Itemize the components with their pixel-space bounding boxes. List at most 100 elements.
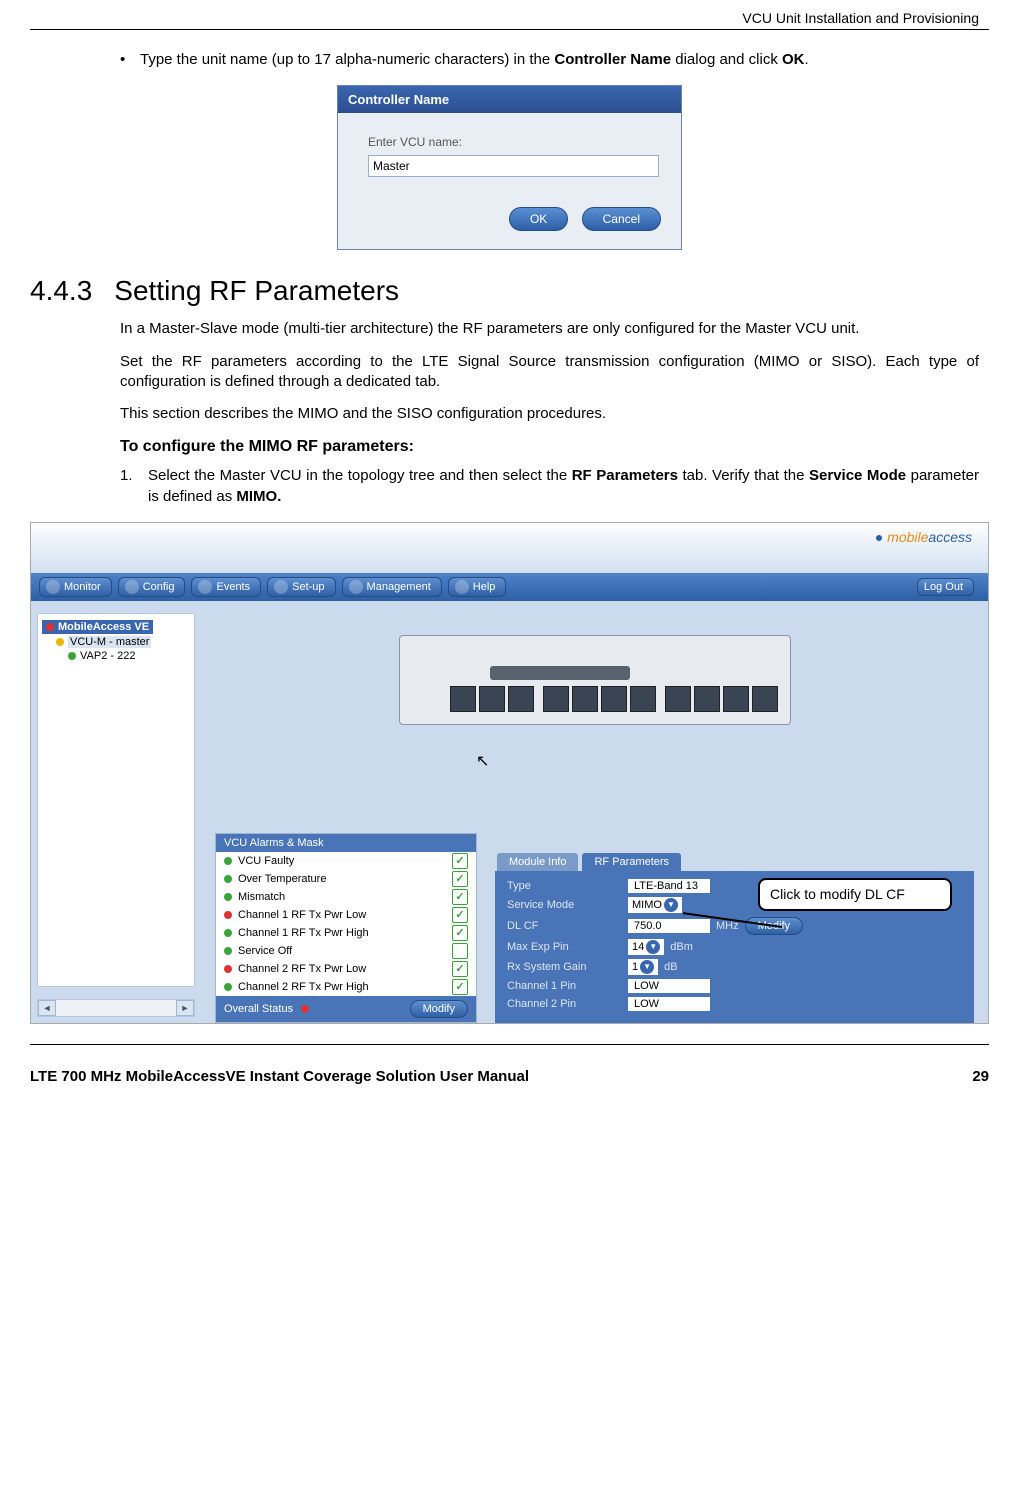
tree-root[interactable]: MobileAccess VE [42,620,153,634]
chevron-down-icon: ▼ [646,940,660,954]
alarm-name: Channel 2 RF Tx Pwr Low [238,963,446,975]
vcu-name-input[interactable] [368,155,659,177]
status-dot-icon [224,857,232,865]
cancel-button[interactable]: Cancel [582,207,661,231]
help-icon [455,580,469,594]
section-number: 4.4.3 [30,275,92,306]
section-title: Setting RF Parameters [114,275,399,306]
dialog-label: Enter VCU name: [368,135,661,149]
overall-status-bar: Overall Status Modify [216,996,476,1022]
config-icon [125,580,139,594]
alarm-name: Service Off [238,945,446,957]
setup-icon [274,580,288,594]
header-section: VCU Unit Installation and Provisioning [30,10,989,29]
status-dot-icon [224,965,232,973]
unit: dB [664,961,677,973]
alarm-row: Service Off ✓ [216,942,476,960]
service-mode-select[interactable]: MIMO▼ [628,897,682,913]
footer-manual: LTE 700 MHz MobileAccessVE Instant Cover… [30,1068,972,1085]
footer: LTE 700 MHz MobileAccessVE Instant Cover… [30,1065,989,1085]
tree-node-vcu[interactable]: VCU-M - master [42,636,190,648]
tab-rf-parameters[interactable]: RF Parameters [582,853,681,871]
alarm-row: Channel 2 RF Tx Pwr High✓ [216,978,476,996]
step-1: 1. Select the Master VCU in the topology… [120,466,979,507]
footer-rule [30,1044,989,1045]
sub-heading: To configure the MIMO RF parameters: [120,438,979,456]
alarm-row: VCU Faulty ✓ [216,852,476,870]
paragraph: This section describes the MIMO and the … [120,404,979,424]
alarm-name: VCU Faulty [238,855,446,867]
status-dot-icon [224,875,232,883]
controller-name-dialog: Controller Name Enter VCU name: OK Cance… [337,85,682,250]
label: Type [507,880,622,892]
status-dot-icon [224,911,232,919]
alarm-row: Channel 1 RF Tx Pwr Low✓ [216,906,476,924]
nav-setup[interactable]: Set-up [267,577,335,597]
nav-help[interactable]: Help [448,577,507,597]
section-heading: 4.4.3 Setting RF Parameters [30,275,989,307]
modify-button[interactable]: Modify [410,1000,468,1018]
status-dot-icon [68,652,76,660]
alarm-checkbox[interactable]: ✓ [452,907,468,923]
alarm-checkbox[interactable]: ✓ [452,853,468,869]
field-ch1-pin: LOW [628,979,710,993]
nav-events[interactable]: Events [191,577,261,597]
text: dialog and click [671,51,782,68]
max-exp-pin-select[interactable]: 14▼ [628,939,664,955]
paragraph: Set the RF parameters according to the L… [120,352,979,393]
topology-tree[interactable]: MobileAccess VE VCU-M - master VAP2 - 22… [37,613,195,987]
monitor-icon [46,580,60,594]
alarm-name: Over Temperature [238,873,446,885]
label: Channel 2 Pin [507,998,622,1010]
alarms-panel: VCU Alarms & Mask VCU Faulty✓Over Temper… [215,833,477,1023]
bullet-dot: • [120,50,140,70]
bullet-item: • Type the unit name (up to 17 alpha-num… [120,50,979,70]
dialog-title: Controller Name [338,86,681,113]
scrollbar[interactable]: ◄ ► [37,999,195,1017]
alarm-checkbox[interactable]: ✓ [452,961,468,977]
alarm-checkbox[interactable]: ✓ [452,871,468,887]
rx-gain-select[interactable]: 1▼ [628,959,658,975]
logo-text: access [928,529,972,545]
tree-node-vap[interactable]: VAP2 - 222 [42,650,190,662]
step-num: 1. [120,466,148,507]
logout-button[interactable]: Log Out [917,578,974,596]
text: . [805,51,809,68]
cursor-icon: ↖ [476,751,489,771]
alarm-checkbox[interactable]: ✓ [452,925,468,941]
status-dot-icon [224,983,232,991]
callout-box: Click to modify DL CF [758,878,952,911]
status-dot-icon [46,623,54,631]
nav-management[interactable]: Management [342,577,442,597]
nav-monitor[interactable]: Monitor [39,577,112,597]
app-screenshot: ● mobileaccess Monitor Config Events Set… [30,522,989,1024]
alarm-checkbox[interactable]: ✓ [452,943,468,959]
alarm-name: Mismatch [238,891,446,903]
ok-button[interactable]: OK [509,207,568,231]
nav-config[interactable]: Config [118,577,186,597]
alarm-row: Channel 1 RF Tx Pwr High✓ [216,924,476,942]
header-rule [30,29,989,30]
alarm-checkbox[interactable]: ✓ [452,979,468,995]
field-dl-cf[interactable]: 750.0 [628,919,710,933]
scroll-right-icon[interactable]: ► [176,1000,194,1016]
overall-label: Overall Status [224,1003,293,1015]
status-dot-icon [301,1005,309,1013]
alarm-checkbox[interactable]: ✓ [452,889,468,905]
field-type: LTE-Band 13 [628,879,710,893]
sidebar: MobileAccess VE VCU-M - master VAP2 - 22… [31,601,201,1023]
nav-bar: Monitor Config Events Set-up Management … [31,573,988,601]
text-bold: MIMO. [236,488,281,505]
scroll-left-icon[interactable]: ◄ [38,1000,56,1016]
device-rack-image [399,635,791,725]
chevron-down-icon: ▼ [640,960,654,974]
tab-module-info[interactable]: Module Info [497,853,578,871]
text: tab. Verify that the [678,467,809,484]
footer-page: 29 [972,1068,989,1085]
label: Rx System Gain [507,961,622,973]
paragraph: In a Master-Slave mode (multi-tier archi… [120,319,979,339]
text-bold: Controller Name [554,51,671,68]
status-dot-icon [56,638,64,646]
status-dot-icon [224,947,232,955]
text-bold: Service Mode [809,467,906,484]
